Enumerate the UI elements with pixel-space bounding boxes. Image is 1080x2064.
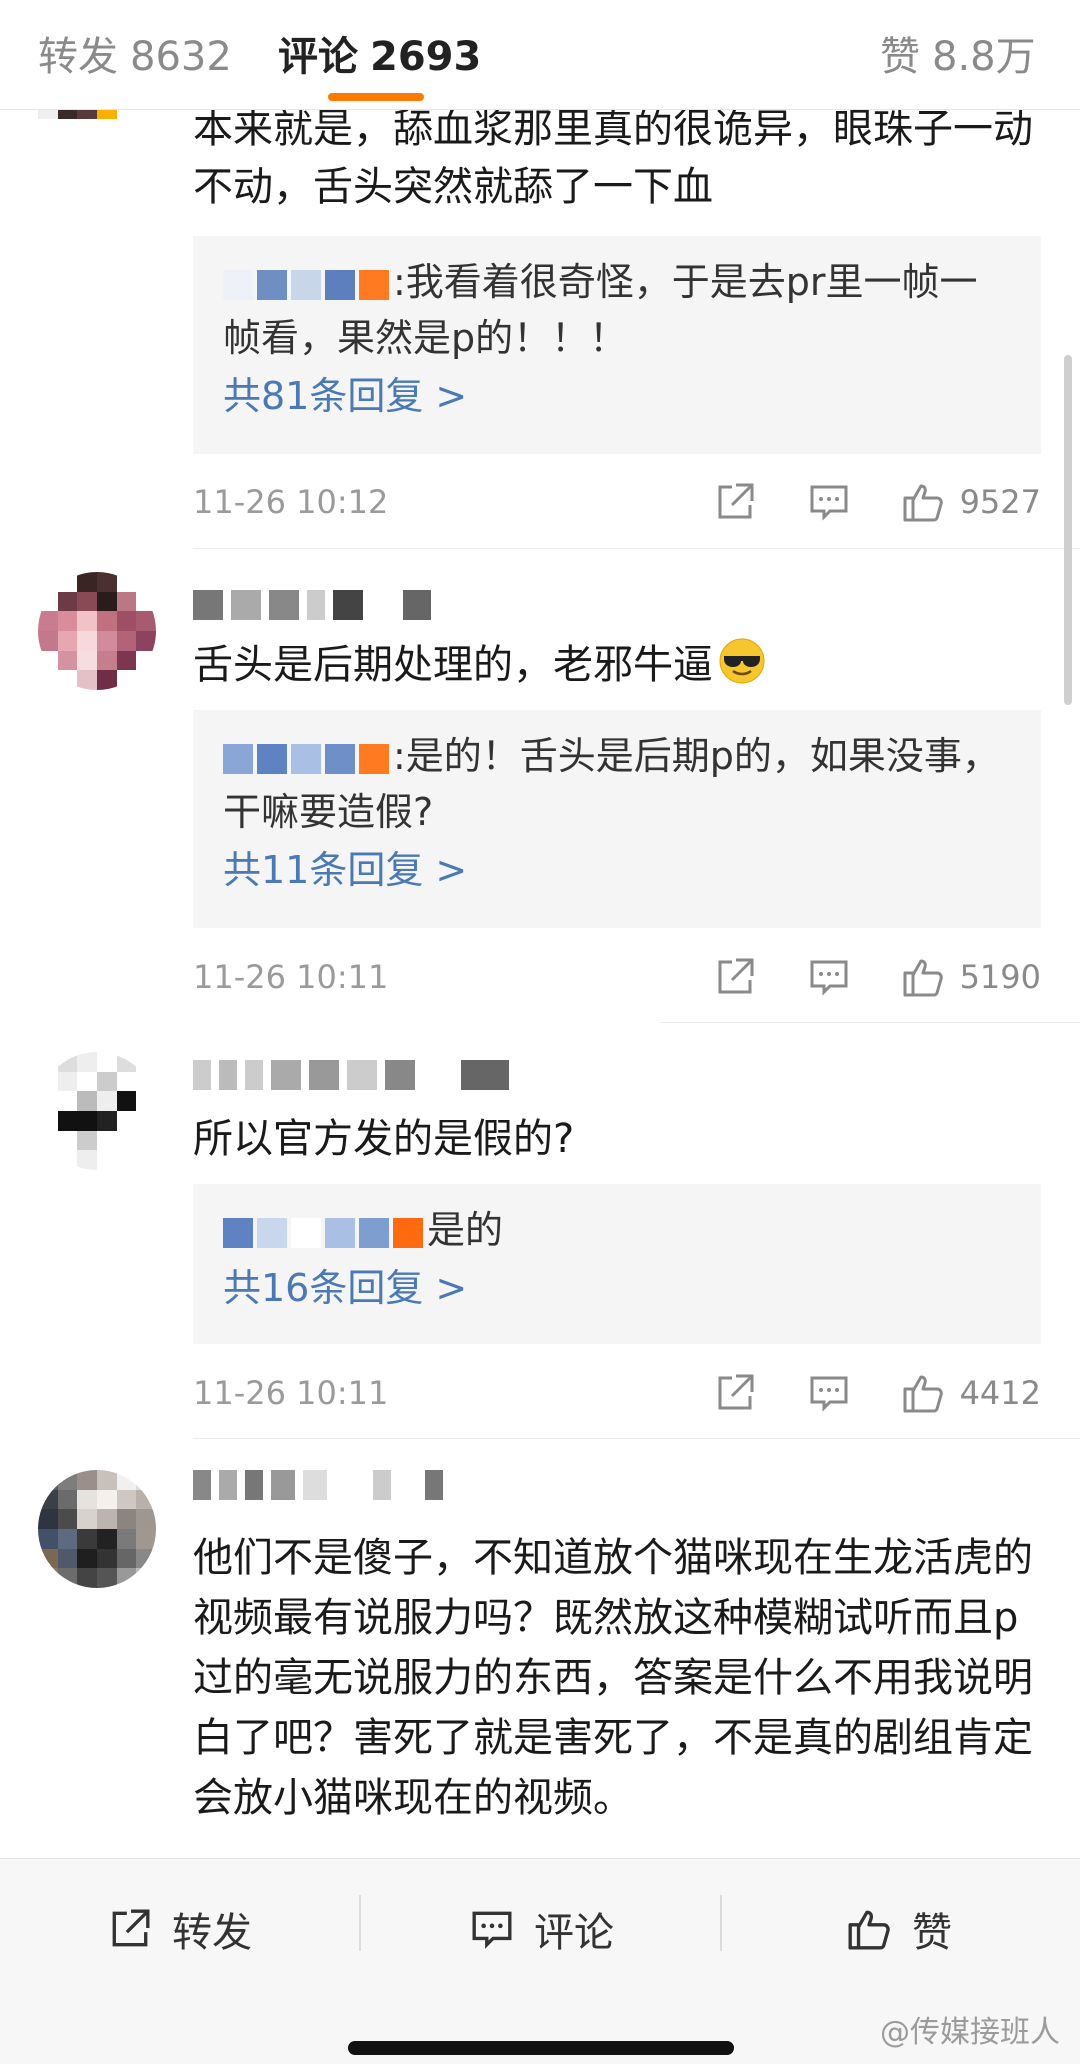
username-mosaic[interactable] — [193, 1056, 509, 1094]
share-button[interactable] — [710, 1368, 760, 1418]
home-indicator[interactable] — [348, 2041, 734, 2055]
comment-text-content: 舌头是后期处理的，老邪牛逼 — [193, 642, 713, 688]
reply-button[interactable] — [804, 952, 854, 1002]
like-button[interactable] — [898, 477, 948, 527]
share-icon — [718, 483, 754, 519]
tab-comment-count: 2693 — [370, 34, 482, 80]
like-button[interactable] — [898, 1368, 948, 1418]
comment-text: 他们不是傻子，不知道放个猫咪现在生龙活虎的视频最有说服力吗？既然放这种模糊试听而… — [193, 1535, 1033, 1821]
comment-divider — [660, 1022, 1080, 1023]
share-button[interactable] — [710, 477, 760, 527]
repost-label: 转发 — [172, 1910, 252, 1956]
comment-time: 11-26 10:11 — [193, 1374, 389, 1412]
avatar[interactable] — [38, 1470, 156, 1588]
bottom-action-bar: 转发 评论 赞 @传媒接班人 — [0, 1858, 1080, 2064]
comment-meta: 11-26 10:12 9527 — [193, 477, 1041, 527]
comment-actions: 9527 — [666, 477, 1041, 527]
username-mosaic[interactable] — [193, 586, 431, 624]
tab-comment[interactable]: 评论 2693 — [278, 24, 481, 82]
comment-divider — [193, 1438, 1080, 1439]
like-count: 4412 — [959, 1374, 1041, 1412]
share-button[interactable] — [710, 952, 760, 1002]
tab-comment-label: 评论 — [278, 34, 358, 80]
tab-repost-count: 8632 — [130, 34, 232, 80]
like-button[interactable]: 赞 — [846, 1899, 952, 1959]
comment-icon — [472, 1911, 512, 1949]
reply-button[interactable] — [804, 1368, 854, 1418]
view-replies-link[interactable]: 共81条回复 > — [223, 366, 1013, 426]
tab-repost[interactable]: 转发 8632 — [38, 24, 232, 82]
tab-repost-label: 转发 — [38, 34, 118, 80]
comment-text: 本来就是，舔血浆那里真的很诡异，眼珠子一动不动，舌头突然就舔了一下血 — [193, 106, 1033, 210]
comment-time: 11-26 10:12 — [193, 483, 389, 521]
reply-button[interactable] — [804, 477, 854, 527]
comment-meta: 11-26 10:11 5190 — [193, 952, 1041, 1002]
reply-preview[interactable]: :是的！舌头是后期p的，如果没事，干嘛要造假? 共11条回复 > — [193, 710, 1041, 928]
watermark: @传媒接班人 — [880, 2015, 1060, 2050]
like-label: 赞 — [912, 1910, 952, 1956]
tab-like-label: 赞 — [880, 34, 920, 80]
reply-preview-line: :我看着很奇怪，于是去pr里一帧一帧看，果然是p的！！！ — [223, 254, 1013, 366]
share-icon — [718, 1374, 754, 1410]
reply-preview-line: :是的！舌头是后期p的，如果没事，干嘛要造假? — [223, 728, 1013, 840]
username-mosaic[interactable] — [193, 1466, 443, 1504]
comment-button[interactable]: 评论 — [470, 1899, 614, 1959]
share-icon — [112, 1909, 150, 1947]
reply-text: 是的 — [427, 1208, 504, 1252]
reply-preview-line: 是的 — [223, 1202, 1013, 1258]
avatar-mosaic — [38, 1470, 156, 1588]
active-tab-indicator — [328, 93, 424, 101]
scrollbar[interactable] — [1064, 355, 1072, 705]
tab-like-count: 8.8万 — [932, 34, 1036, 80]
comment-text: 舌头是后期处理的，老邪牛逼 — [193, 636, 1043, 694]
comment-text: 所以官方发的是假的? — [193, 1116, 575, 1162]
avatar[interactable] — [38, 1052, 156, 1170]
avatar-mosaic — [38, 1052, 156, 1170]
avatar-mosaic — [38, 572, 156, 690]
reply-preview[interactable]: 是的 共16条回复 > — [193, 1184, 1041, 1344]
comment-divider — [193, 548, 1080, 549]
like-button[interactable] — [898, 952, 948, 1002]
like-count: 5190 — [959, 958, 1041, 996]
sunglasses-emoji — [719, 638, 765, 684]
comment-actions: 5190 — [666, 952, 1041, 1002]
comment-time: 11-26 10:11 — [193, 958, 389, 996]
like-icon — [903, 959, 943, 997]
comment-actions: 4412 — [666, 1368, 1041, 1418]
share-icon — [718, 958, 754, 994]
view-replies-link[interactable]: 共11条回复 > — [223, 840, 1013, 900]
view-replies-link[interactable]: 共16条回复 > — [223, 1258, 1013, 1318]
comment-icon — [810, 960, 848, 996]
comment-icon — [810, 485, 848, 521]
like-icon — [848, 1910, 890, 1950]
comment-icon — [810, 1376, 848, 1412]
repost-button[interactable]: 转发 — [108, 1899, 252, 1959]
reply-author-mosaic[interactable] — [223, 1217, 423, 1248]
like-icon — [903, 1375, 943, 1413]
like-icon — [903, 484, 943, 522]
comment-tab-bar: 转发 8632 评论 2693 赞 8.8万 — [0, 0, 1080, 110]
avatar[interactable] — [38, 572, 156, 690]
comment-meta: 11-26 10:11 4412 — [193, 1368, 1041, 1418]
bottom-separator — [359, 1895, 361, 1951]
bottom-separator — [720, 1895, 722, 1951]
tab-like[interactable]: 赞 8.8万 — [880, 24, 1036, 82]
like-count: 9527 — [959, 483, 1041, 521]
reply-author-mosaic[interactable] — [223, 743, 389, 774]
reply-author-mosaic[interactable] — [223, 269, 389, 300]
reply-preview[interactable]: :我看着很奇怪，于是去pr里一帧一帧看，果然是p的！！！ 共81条回复 > — [193, 236, 1041, 454]
comment-label: 评论 — [534, 1910, 614, 1956]
